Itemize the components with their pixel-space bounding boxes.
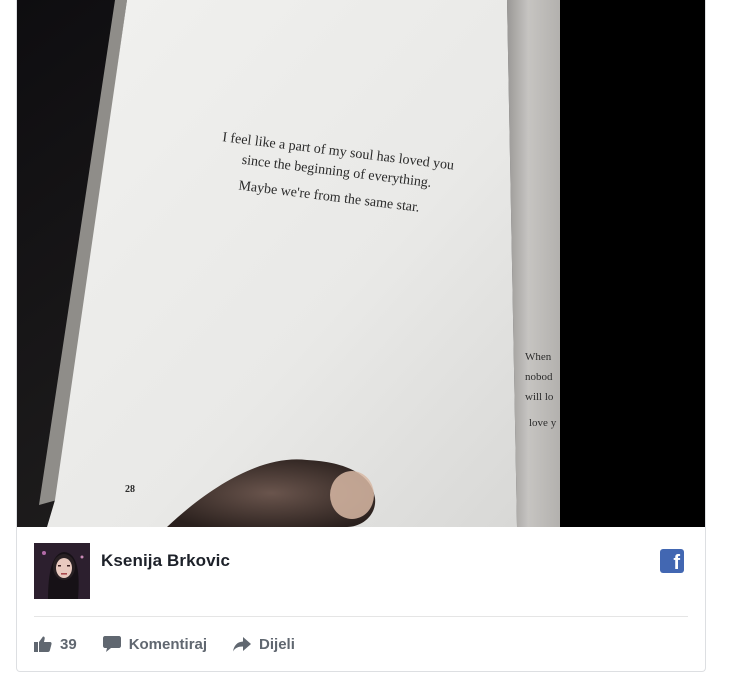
post-photo[interactable]: I feel like a part of my soul has loved … bbox=[17, 0, 705, 527]
share-label: Dijeli bbox=[259, 635, 295, 653]
book-photo-illustration: I feel like a part of my soul has loved … bbox=[17, 0, 705, 527]
book-page bbox=[47, 0, 517, 527]
avatar[interactable] bbox=[34, 543, 90, 599]
thumbs-up-icon bbox=[34, 636, 52, 652]
post-card: I feel like a part of my soul has loved … bbox=[16, 0, 706, 672]
share-button[interactable]: Dijeli bbox=[233, 636, 295, 653]
facebook-logo-icon[interactable]: f bbox=[660, 549, 684, 573]
avatar-portrait-icon bbox=[34, 543, 90, 599]
side-line-1: When bbox=[525, 351, 552, 363]
side-line-2: nobod bbox=[525, 371, 553, 383]
author-row: Ksenija Brkovic f bbox=[17, 527, 705, 617]
page-number: 28 bbox=[125, 484, 135, 495]
likes-count: 39 bbox=[60, 635, 77, 653]
divider bbox=[34, 616, 688, 617]
side-line-3: will lo bbox=[525, 391, 554, 403]
comment-button[interactable]: Komentiraj bbox=[102, 635, 208, 653]
comment-bubble-icon bbox=[102, 636, 121, 652]
action-bar: 39 Komentiraj Dijeli bbox=[34, 629, 321, 659]
like-button[interactable]: 39 bbox=[34, 636, 77, 653]
share-arrow-icon bbox=[233, 636, 252, 652]
author-name[interactable]: Ksenija Brkovic bbox=[101, 551, 230, 571]
comment-label: Komentiraj bbox=[128, 635, 208, 653]
side-line-4: love y bbox=[529, 417, 557, 429]
